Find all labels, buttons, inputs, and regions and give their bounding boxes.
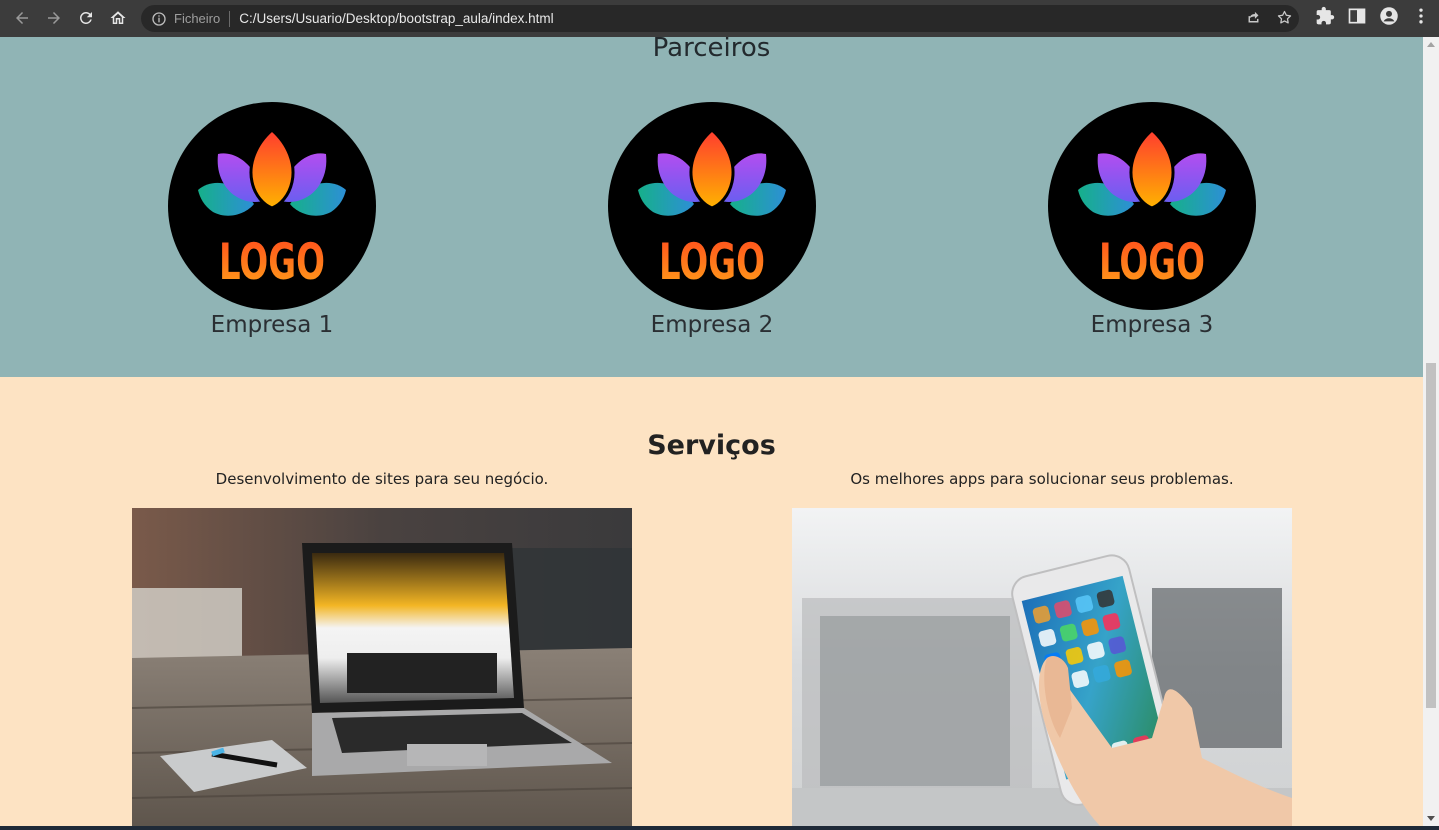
service-description: Os melhores apps para solucionar seus pr…: [850, 470, 1234, 488]
side-panel-icon[interactable]: [1347, 6, 1367, 26]
service-card: Os melhores apps para solucionar seus pr…: [792, 470, 1292, 826]
bookmark-star-icon[interactable]: [1276, 9, 1293, 26]
arrow-left-icon: [16, 12, 28, 24]
os-taskbar-edge: [0, 826, 1439, 830]
url-scheme-label: Ficheiro: [174, 11, 221, 26]
browser-toolbar: Ficheiro C:/Users/Usuario/Desktop/bootst…: [0, 0, 1439, 37]
scroll-down-arrow-icon[interactable]: [1427, 816, 1435, 821]
partner-card: LOGO Empresa 1: [168, 102, 376, 338]
extensions-puzzle-icon[interactable]: [1315, 6, 1335, 26]
services-section: Serviços Desenvolvimento de sites para s…: [0, 377, 1423, 826]
scroll-up-arrow-icon[interactable]: [1427, 42, 1435, 47]
scroll-thumb[interactable]: [1426, 363, 1436, 708]
service-description: Desenvolvimento de sites para seu negóci…: [215, 470, 549, 488]
partner-logo: LOGO: [608, 102, 816, 310]
back-button[interactable]: [6, 2, 38, 34]
url-text[interactable]: C:/Users/Usuario/Desktop/bootstrap_aula/…: [239, 11, 553, 26]
partner-card: LOGO Empresa 3: [1048, 102, 1256, 338]
forward-button[interactable]: [38, 2, 70, 34]
arrow-right-icon: [48, 12, 60, 24]
service-card: Desenvolvimento de sites para seu negóci…: [132, 470, 632, 826]
page-scrollbar[interactable]: [1423, 37, 1439, 826]
reload-icon: [79, 11, 92, 24]
partners-title: Parceiros: [652, 37, 771, 63]
partner-name: Empresa 3: [1090, 312, 1214, 338]
home-button[interactable]: [102, 2, 134, 34]
lotus-logo-icon: LOGO: [198, 128, 346, 291]
address-bar[interactable]: Ficheiro C:/Users/Usuario/Desktop/bootst…: [141, 5, 1299, 32]
phone-in-hand-photo: [792, 508, 1292, 826]
laptop-photo: [132, 508, 632, 826]
partner-card: LOGO Empresa 2: [608, 102, 816, 338]
services-title: Serviços: [647, 430, 776, 461]
url-separator: [229, 10, 231, 27]
svg-text:LOGO: LOGO: [1099, 233, 1205, 291]
home-icon: [110, 11, 126, 24]
profile-avatar-icon[interactable]: [1379, 6, 1399, 26]
partner-logo: LOGO: [168, 102, 376, 310]
partner-name: Empresa 2: [650, 312, 774, 338]
more-menu-icon[interactable]: [1411, 6, 1431, 26]
partners-section: Parceiros LOGO Empresa 1 LOGO Empresa 2 …: [0, 37, 1423, 377]
svg-text:LOGO: LOGO: [659, 233, 765, 291]
partner-name: Empresa 1: [210, 312, 334, 338]
info-icon[interactable]: [151, 11, 167, 27]
partner-logo: LOGO: [1048, 102, 1256, 310]
svg-text:LOGO: LOGO: [219, 233, 325, 291]
lotus-logo-icon: LOGO: [1078, 128, 1226, 291]
page-viewport: Parceiros LOGO Empresa 1 LOGO Empresa 2 …: [0, 37, 1423, 826]
share-icon[interactable]: [1245, 9, 1262, 26]
reload-button[interactable]: [70, 2, 102, 34]
lotus-logo-icon: LOGO: [638, 128, 786, 291]
